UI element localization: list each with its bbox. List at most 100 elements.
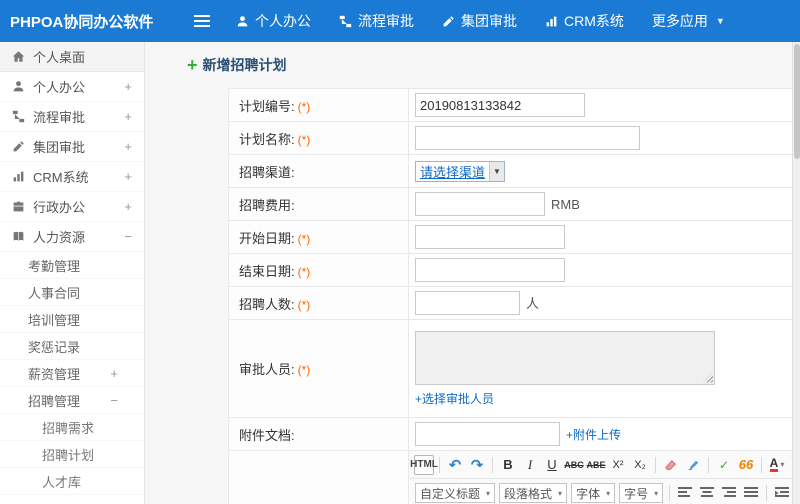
form-row-channel: 招聘渠道: 请选择渠道 ▼	[228, 154, 792, 188]
nav-group-approval[interactable]: 集团审批	[442, 11, 517, 31]
briefcase-icon	[12, 200, 25, 213]
start-date-input[interactable]	[415, 225, 565, 249]
field-label: 计划编号:	[239, 98, 295, 114]
sidebar-item-recruit-plan[interactable]: 招聘计划	[0, 441, 144, 468]
plus-icon: +	[187, 55, 198, 75]
italic-button[interactable]: I	[520, 455, 540, 475]
collapse-minus-icon[interactable]: −	[124, 229, 132, 244]
channel-select-value: 请选择渠道	[420, 164, 486, 180]
blockquote-icon[interactable]: 66	[736, 455, 756, 475]
select-approver-link[interactable]: +选择审批人员	[415, 390, 494, 407]
resize-grip-icon[interactable]	[703, 372, 713, 383]
channel-select[interactable]: 请选择渠道 ▼	[415, 160, 506, 182]
nav-workflow-approval[interactable]: 流程审批	[339, 11, 414, 31]
required-marker: (*)	[297, 363, 311, 377]
chevron-down-icon: ▾	[486, 488, 491, 498]
vertical-scrollbar[interactable]	[792, 42, 800, 504]
approver-textarea[interactable]	[415, 330, 715, 385]
sidebar-item-label: 行政办公	[33, 200, 86, 215]
sidebar-item-training[interactable]: 培训管理	[0, 306, 144, 333]
sidebar-item-label: 人才库	[42, 474, 82, 490]
font-color-button[interactable]: A ▾	[767, 455, 787, 475]
strikethrough-button[interactable]: ABC	[564, 455, 584, 475]
sidebar-item-crm-system[interactable]: CRM系统 +	[0, 162, 144, 192]
book-icon	[12, 230, 25, 243]
nav-more-apps[interactable]: 更多应用 ▼	[652, 11, 725, 31]
headcount-input[interactable]	[415, 291, 520, 315]
sidebar-item-attendance[interactable]: 考勤管理	[0, 252, 144, 279]
sidebar-item-group-approval[interactable]: 集团审批 +	[0, 132, 144, 162]
sidebar-item-label: 人力资源	[33, 230, 86, 245]
nav-crm-system[interactable]: CRM系统	[545, 11, 624, 31]
expand-plus-icon[interactable]: +	[124, 139, 132, 154]
sidebar-item-recruit-demand[interactable]: 招聘需求	[0, 414, 144, 441]
expand-plus-icon[interactable]: +	[124, 199, 132, 214]
topbar: PHPOA协同办公软件 个人办公 流程审批 集团审批 CRM系统 更多应用 ▼	[0, 0, 800, 42]
align-center-icon[interactable]	[697, 483, 717, 503]
main-content: + 新增招聘计划 计划编号:(*) 计划名称:(*)	[145, 42, 792, 504]
required-marker: (*)	[297, 264, 311, 279]
toolbar-row-2: 自定义标题 ▾ 段落格式 ▾ 字体 ▾ 字号 ▾	[409, 479, 792, 504]
undo-icon[interactable]: ↶	[445, 455, 465, 475]
sidebar-item-personal-office[interactable]: 个人办公 +	[0, 72, 144, 102]
sidebar-item-hr-contract[interactable]: 人事合同	[0, 279, 144, 306]
bar-chart-icon	[12, 170, 25, 183]
sidebar-item-label: 集团审批	[33, 140, 86, 155]
sidebar-item-rewards[interactable]: 奖惩记录	[0, 333, 144, 360]
expand-plus-icon[interactable]: +	[124, 109, 132, 124]
sidebar-item-admin-office[interactable]: 行政办公 +	[0, 192, 144, 222]
underline-button[interactable]: U	[542, 455, 562, 475]
toolbar-separator	[761, 456, 762, 473]
eraser-icon[interactable]	[661, 455, 681, 475]
attachment-upload-link[interactable]: +附件上传	[566, 428, 621, 442]
nav-label: 个人办公	[255, 13, 311, 29]
select-label: 字号	[624, 486, 649, 501]
align-right-icon[interactable]	[719, 483, 739, 503]
select-label: 段落格式	[504, 486, 553, 501]
collapse-minus-icon[interactable]: −	[110, 393, 118, 408]
source-code-button[interactable]: HTML	[410, 454, 438, 475]
align-left-icon[interactable]	[675, 483, 695, 503]
indent-decrease-icon[interactable]	[772, 483, 792, 503]
superscript-button[interactable]: X²	[608, 455, 628, 475]
font-size-select[interactable]: 字号 ▾	[619, 483, 664, 503]
custom-heading-select[interactable]: 自定义标题 ▾	[415, 483, 496, 503]
sidebar-item-label: CRM系统	[33, 170, 89, 185]
font-color-letter: A	[769, 456, 779, 472]
expand-plus-icon[interactable]: +	[124, 169, 132, 184]
sidebar-item-human-resources[interactable]: 人力资源 −	[0, 222, 144, 252]
select-label: 字体	[576, 486, 601, 501]
people-suffix: 人	[526, 295, 540, 311]
end-date-input[interactable]	[415, 258, 565, 282]
expand-plus-icon[interactable]: +	[110, 366, 118, 381]
chevron-down-icon: ▾	[558, 488, 563, 498]
attachment-input[interactable]	[415, 422, 560, 446]
field-label: 招聘费用:	[239, 197, 295, 213]
sidebar-item-talent-pool[interactable]: 人才库	[0, 468, 144, 495]
subscript-button[interactable]: X₂	[630, 455, 650, 475]
workflow-icon	[339, 15, 352, 28]
sidebar-item-salary[interactable]: 薪资管理 +	[0, 360, 144, 387]
spellcheck-icon[interactable]: ✓	[714, 455, 734, 475]
user-icon	[236, 15, 249, 28]
paragraph-format-select[interactable]: 段落格式 ▾	[499, 483, 568, 503]
nav-personal-office[interactable]: 个人办公	[236, 11, 311, 31]
remove-format-button[interactable]: ABE	[586, 455, 606, 475]
sidebar-item-desktop[interactable]: 个人桌面	[0, 42, 144, 72]
format-brush-icon[interactable]	[683, 455, 703, 475]
align-justify-icon[interactable]	[741, 483, 761, 503]
chevron-down-icon: ▾	[606, 488, 611, 498]
select-label: 自定义标题	[420, 486, 481, 501]
bold-button[interactable]: B	[498, 455, 518, 475]
plan-no-input[interactable]	[415, 93, 585, 117]
font-family-select[interactable]: 字体 ▾	[571, 483, 616, 503]
plan-name-input[interactable]	[415, 126, 640, 150]
expand-plus-icon[interactable]: +	[124, 79, 132, 94]
sidebar-item-workflow-approval[interactable]: 流程审批 +	[0, 102, 144, 132]
fee-input[interactable]	[415, 192, 545, 216]
bar-chart-icon	[545, 15, 558, 28]
menu-toggle-icon[interactable]	[194, 14, 210, 28]
scrollbar-thumb[interactable]	[794, 44, 800, 159]
redo-icon[interactable]: ↷	[467, 455, 487, 475]
sidebar-item-recruitment[interactable]: 招聘管理 −	[0, 387, 144, 414]
